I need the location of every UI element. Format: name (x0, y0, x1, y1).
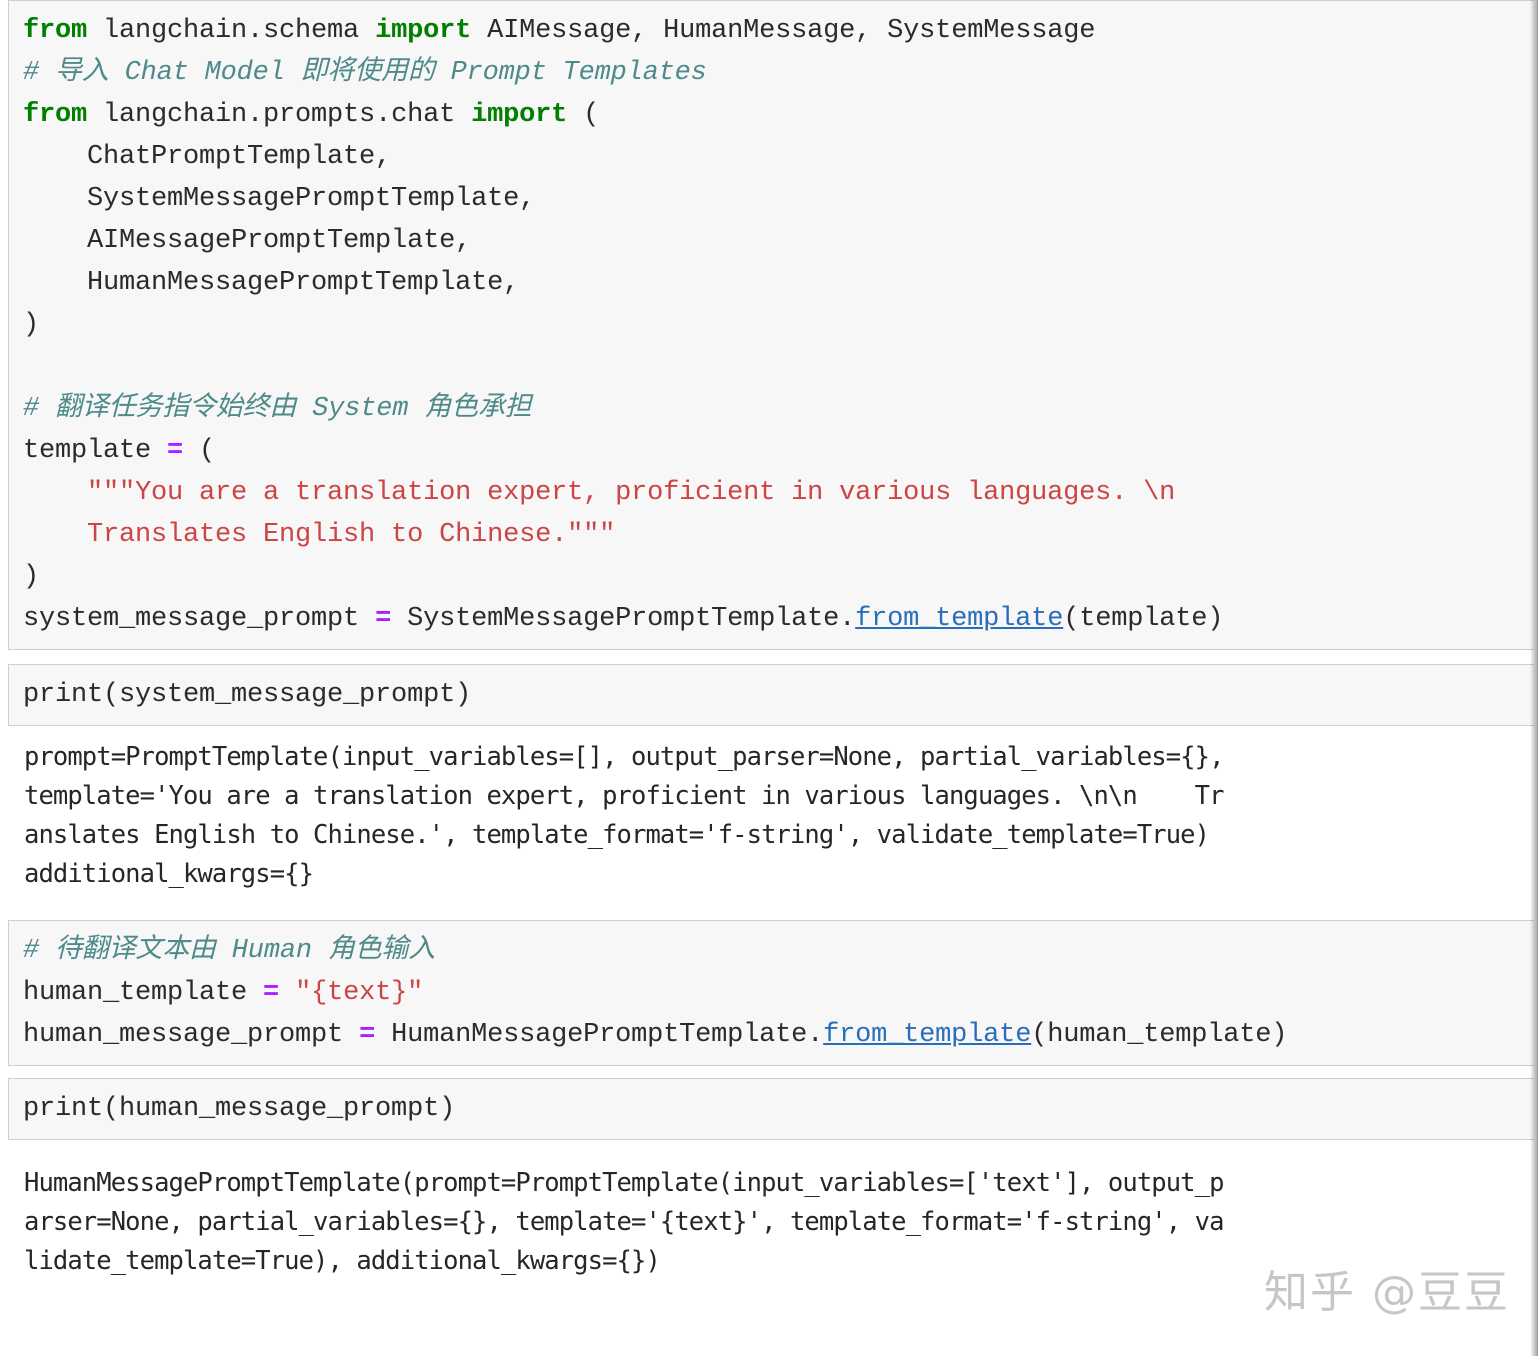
code-token-plain: AIMessagePromptTemplate, (23, 226, 472, 256)
code-line: from langchain.prompts.chat import ( (23, 94, 1534, 136)
code-token-k: from (23, 100, 88, 130)
code-line: print(system_message_prompt) (23, 674, 1534, 716)
code-line: system_message_prompt = SystemMessagePro… (23, 598, 1534, 640)
code-cell-print-human-message-prompt[interactable]: print(human_message_prompt) (8, 1078, 1534, 1140)
code-cell-print-system-message-prompt[interactable]: print(system_message_prompt) (8, 664, 1534, 726)
code-token-plain: ) (23, 562, 40, 592)
code-token-plain: SystemMessagePromptTemplate, (23, 184, 536, 214)
code-token-plain: langchain.prompts.chat (87, 100, 472, 130)
code-token-plain: print(system_message_prompt) (23, 680, 472, 710)
code-line: human_template = "{text}" (23, 972, 1534, 1014)
code-line: human_message_prompt = HumanMessagePromp… (23, 1014, 1534, 1056)
notebook-cell-list: from langchain.schema import AIMessage, … (0, 0, 1538, 1287)
output-line: template='You are a translation expert, … (24, 781, 1224, 811)
output-line: additional_kwargs={} (24, 859, 314, 889)
code-line: # 翻译任务指令始终由 System 角色承担 (23, 388, 1534, 430)
code-token-plain: (template) (1063, 604, 1224, 634)
code-token-plain: HumanMessagePromptTemplate. (375, 1020, 824, 1050)
code-token-s: "{text}" (295, 978, 424, 1008)
output-line: arser=None, partial_variables={}, templa… (24, 1207, 1224, 1237)
code-line: # 导入 Chat Model 即将使用的 Prompt Templates (23, 52, 1534, 94)
code-line: """You are a translation expert, profici… (23, 472, 1534, 514)
code-line: ) (23, 304, 1534, 346)
code-token-op: = (375, 604, 392, 634)
code-token-plain: HumanMessagePromptTemplate, (23, 268, 520, 298)
code-line: HumanMessagePromptTemplate, (23, 262, 1534, 304)
code-token-plain: ) (23, 310, 40, 340)
output-line: anslates English to Chinese.', template_… (24, 820, 1210, 850)
code-token-k: import (471, 100, 568, 130)
code-line: ) (23, 556, 1534, 598)
output-cell-human-message-prompt: HumanMessagePromptTemplate(prompt=Prompt… (8, 1158, 1538, 1287)
code-token-plain: ChatPromptTemplate, (23, 142, 392, 172)
code-token-k: from (23, 16, 88, 46)
code-token-fn: from_template (823, 1020, 1032, 1050)
code-line: ChatPromptTemplate, (23, 136, 1534, 178)
code-token-op: = (359, 1020, 376, 1050)
code-token-plain: AIMessage, HumanMessage, SystemMessage (471, 16, 1096, 46)
code-token-plain: ( (183, 436, 216, 466)
code-line: SystemMessagePromptTemplate, (23, 178, 1534, 220)
code-token-s: Translates English to Chinese.""" (23, 520, 616, 550)
cell-gap (0, 1066, 1538, 1078)
code-token-plain: system_message_prompt (23, 604, 376, 634)
code-token-plain: ( (567, 100, 600, 130)
cell-gap (0, 900, 1538, 920)
code-token-cm: # 导入 Chat Model 即将使用的 Prompt Templates (23, 58, 707, 88)
code-token-plain: human_template (23, 978, 264, 1008)
code-line: print(human_message_prompt) (23, 1088, 1534, 1130)
output-cell-system-message-prompt: prompt=PromptTemplate(input_variables=[]… (8, 732, 1538, 900)
code-token-cm: # 待翻译文本由 Human 角色输入 (23, 936, 436, 966)
cell-gap (0, 650, 1538, 664)
code-cell-imports-and-system-template[interactable]: from langchain.schema import AIMessage, … (8, 0, 1534, 650)
code-token-plain: langchain.schema (87, 16, 376, 46)
code-token-k: import (375, 16, 472, 46)
code-line: from langchain.schema import AIMessage, … (23, 10, 1534, 52)
code-line: Translates English to Chinese.""" (23, 514, 1534, 556)
cell-gap (0, 1140, 1538, 1158)
code-token-op: = (167, 436, 184, 466)
code-token-plain: print(human_message_prompt) (23, 1094, 456, 1124)
code-token-fn: from_template (855, 604, 1064, 634)
code-token-plain: SystemMessagePromptTemplate. (391, 604, 856, 634)
notebook-page: from langchain.schema import AIMessage, … (0, 0, 1538, 1356)
output-line: prompt=PromptTemplate(input_variables=[]… (24, 742, 1224, 772)
output-line: HumanMessagePromptTemplate(prompt=Prompt… (24, 1168, 1224, 1198)
code-line: AIMessagePromptTemplate, (23, 220, 1534, 262)
code-cell-human-template[interactable]: # 待翻译文本由 Human 角色输入 human_template = "{te… (8, 920, 1534, 1066)
code-token-plain: (human_template) (1031, 1020, 1288, 1050)
code-token-plain: template (23, 436, 168, 466)
output-line: lidate_template=True), additional_kwargs… (24, 1246, 661, 1276)
code-line: template = ( (23, 430, 1534, 472)
code-line: # 待翻译文本由 Human 角色输入 (23, 930, 1534, 972)
code-token-op: = (263, 978, 280, 1008)
code-token-cm: # 翻译任务指令始终由 System 角色承担 (23, 394, 532, 424)
code-token-plain: human_message_prompt (23, 1020, 360, 1050)
code-token-s: """You are a translation expert, profici… (23, 478, 1176, 508)
